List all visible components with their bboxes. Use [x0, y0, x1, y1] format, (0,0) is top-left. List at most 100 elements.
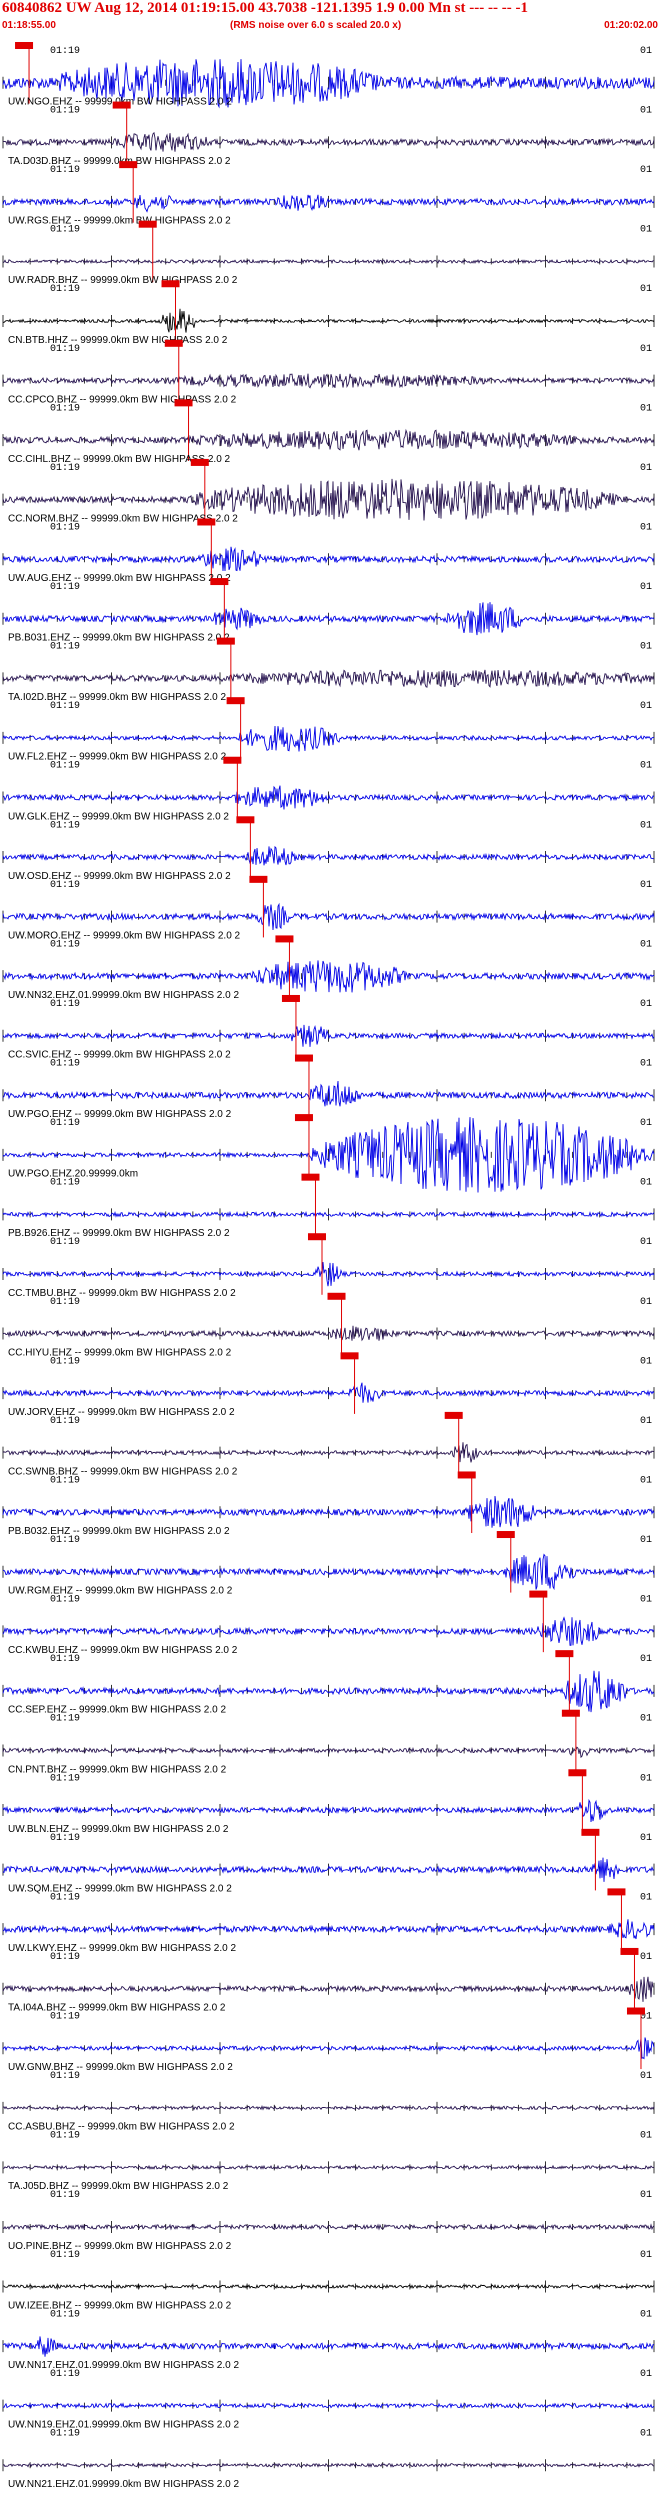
minute-tick-label: 01:19 — [50, 2428, 80, 2439]
pick-marker — [307, 1233, 326, 1241]
start-time: 01:18:55.00 — [2, 20, 56, 31]
pick-marker — [568, 1769, 587, 1777]
edge-label: 01 — [640, 1059, 652, 1070]
station-label: UW.NN19.EHZ.01.99999.0km BW HIGHPASS 2.0… — [8, 2419, 239, 2430]
edge-label: 01 — [640, 1118, 652, 1129]
minute-tick-label: 01:19 — [50, 761, 80, 772]
pick-marker — [626, 2007, 645, 2015]
edge-label: 01 — [640, 1178, 652, 1189]
minute-tick-label: 01:19 — [50, 999, 80, 1010]
pick-marker — [327, 1292, 346, 1300]
station-label: CC.TMBU.BHZ -- 99999.0km BW HIGHPASS 2.0… — [8, 1288, 236, 1299]
station-label: CC.KWBU.EHZ -- 99999.0km BW HIGHPASS 2.0… — [8, 1645, 238, 1656]
minute-tick-label: 01:19 — [50, 1952, 80, 1963]
station-label: CC.HIYU.EHZ -- 99999.0km BW HIGHPASS 2.0… — [8, 1347, 232, 1358]
edge-label: 01 — [640, 1833, 652, 1844]
pick-marker — [15, 42, 34, 49]
minute-tick-label: 01:19 — [50, 1595, 80, 1606]
minute-tick-label: 01:19 — [50, 1892, 80, 1903]
waveform-trace — [2, 428, 655, 451]
edge-label: 01 — [640, 820, 652, 831]
edge-label: 01 — [640, 1892, 652, 1903]
pick-marker — [210, 578, 229, 586]
station-label: CC.SWNB.BHZ -- 99999.0km BW HIGHPASS 2.0… — [8, 1466, 238, 1477]
edge-label: 01 — [640, 2428, 652, 2439]
seismogram-plot: 01:19 01UW.NGO.EHZ -- 99999.0km BW HIGHPA… — [2, 42, 655, 2490]
edge-label: 01 — [640, 522, 652, 533]
edge-label: 01 — [640, 1714, 652, 1725]
pick-marker — [190, 458, 209, 466]
edge-label: 01 — [640, 1237, 652, 1248]
pick-marker — [294, 1114, 313, 1122]
minute-tick-label: 01:19 — [50, 2190, 80, 2201]
minute-tick-label: 01:19 — [50, 403, 80, 414]
pick-marker — [294, 1054, 313, 1062]
edge-label: 01 — [640, 880, 652, 891]
waveform-trace — [2, 960, 654, 993]
waveform-trace — [2, 1919, 655, 1940]
waveform-trace — [2, 785, 655, 810]
station-label: UW.OSD.EHZ -- 99999.0km BW HIGHPASS 2.0 … — [8, 871, 231, 882]
waveform-trace — [2, 1798, 655, 1823]
edge-label: 01 — [640, 761, 652, 772]
minute-tick-label: 01:19 — [50, 463, 80, 474]
pick-marker — [275, 935, 294, 943]
station-label: UW.MORO.EHZ -- 99999.0km BW HIGHPASS 2.0… — [8, 930, 241, 941]
minute-tick-label: 01:19 — [50, 165, 80, 176]
pick-marker — [174, 399, 193, 407]
edge-label: 01 — [640, 701, 652, 712]
minute-tick-label: 01:19 — [50, 1535, 80, 1546]
minute-tick-label: 01:19 — [50, 1833, 80, 1844]
edge-label: 01 — [640, 642, 652, 653]
minute-tick-label: 01:19 — [50, 1118, 80, 1129]
station-label: CC.ASBU.BHZ -- 99999.0km BW HIGHPASS 2.0… — [8, 2122, 235, 2133]
station-label: UW.GNW.BHZ -- 99999.0km BW HIGHPASS 2.0 … — [8, 2062, 233, 2073]
edge-label: 01 — [640, 46, 652, 57]
edge-label: 01 — [640, 106, 652, 117]
station-label: PB.B032.EHZ -- 99999.0km BW HIGHPASS 2.0… — [8, 1526, 230, 1537]
minute-tick-label: 01:19 — [50, 284, 80, 295]
waveform-trace — [2, 602, 655, 636]
station-label: UW.JORV.EHZ -- 99999.0km BW HIGHPASS 2.0… — [8, 1407, 235, 1418]
edge-label: 01 — [640, 1654, 652, 1665]
minute-tick-label: 01:19 — [50, 46, 80, 57]
pick-marker — [236, 816, 255, 824]
pick-marker — [223, 756, 242, 764]
pick-marker — [607, 1888, 626, 1896]
station-label: UO.PINE.BHZ -- 99999.0km BW HIGHPASS 2.0… — [8, 2241, 232, 2252]
edge-label: 01 — [640, 2071, 652, 2082]
station-label: UW.RGS.EHZ -- 99999.0km BW HIGHPASS 2.0 … — [8, 216, 231, 227]
minute-tick-label: 01:19 — [50, 344, 80, 355]
minute-tick-label: 01:19 — [50, 2131, 80, 2142]
edge-label: 01 — [640, 2369, 652, 2380]
minute-tick-label: 01:19 — [50, 106, 80, 117]
edge-label: 01 — [640, 463, 652, 474]
minute-tick-label: 01:19 — [50, 1059, 80, 1070]
waveform-trace — [2, 1616, 655, 1646]
station-label: CN.PNT.BHZ -- 99999.0km BW HIGHPASS 2.0 … — [8, 1764, 227, 1775]
station-label: UW.NN17.EHZ.01.99999.0km BW HIGHPASS 2.0… — [8, 2360, 239, 2371]
pick-marker — [301, 1173, 320, 1181]
station-label: UW.RGM.EHZ -- 99999.0km BW HIGHPASS 2.0 … — [8, 1586, 233, 1597]
pick-marker — [112, 101, 131, 109]
station-label: UW.LKWY.EHZ -- 99999.0km BW HIGHPASS 2.0… — [8, 1943, 236, 1954]
station-label: CC.SEP.EHZ -- 99999.0km BW HIGHPASS 2.0 … — [8, 1705, 226, 1716]
pick-marker — [161, 280, 180, 288]
minute-tick-label: 01:19 — [50, 1237, 80, 1248]
edge-label: 01 — [640, 225, 652, 236]
station-label: UW.AUG.EHZ -- 99999.0km BW HIGHPASS 2.0 … — [8, 573, 231, 584]
pick-marker — [281, 994, 300, 1002]
station-label: CN.BTB.HHZ -- 99999.0km BW HIGHPASS 2.0 … — [8, 335, 228, 346]
waveform-trace — [2, 2037, 655, 2060]
waveform-trace — [2, 1382, 655, 1403]
edge-label: 01 — [640, 1595, 652, 1606]
pick-marker — [620, 1947, 639, 1955]
station-label: UW.NN32.EHZ.01.99999.0km BW HIGHPASS 2.0… — [8, 990, 239, 1001]
pick-marker — [529, 1590, 548, 1598]
minute-tick-label: 01:19 — [50, 582, 80, 593]
minute-tick-label: 01:19 — [50, 1356, 80, 1367]
minute-tick-label: 01:19 — [50, 1297, 80, 1308]
pick-marker — [138, 220, 157, 228]
station-label: TA.I02D.BHZ -- 99999.0km BW HIGHPASS 2.0… — [8, 692, 226, 703]
pick-marker — [581, 1828, 600, 1836]
